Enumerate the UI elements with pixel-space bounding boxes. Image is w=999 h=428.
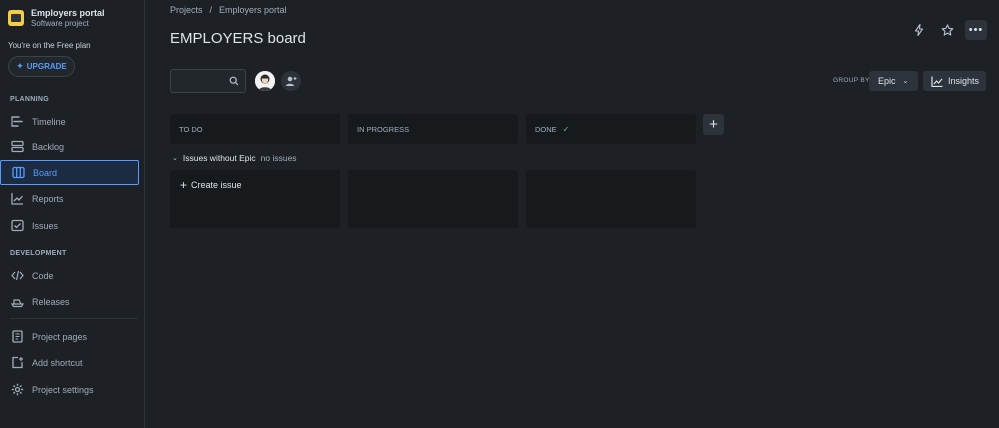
column-header-todo[interactable]: TO DO bbox=[170, 114, 340, 144]
column-title: IN PROGRESS bbox=[357, 124, 410, 134]
column-title: DONE bbox=[535, 124, 557, 134]
more-icon: ••• bbox=[968, 24, 984, 36]
sidebar-item-timeline[interactable]: Timeline bbox=[0, 109, 139, 134]
sidebar-item-code[interactable]: Code bbox=[0, 263, 139, 288]
plus-icon: + bbox=[709, 116, 718, 133]
chevron-down-icon: ⌄ bbox=[172, 155, 178, 162]
swimlane-header[interactable]: ⌄ Issues without Epic no issues bbox=[172, 153, 297, 163]
search-input[interactable] bbox=[171, 70, 227, 92]
upgrade-button[interactable]: ✦ UPGRADE bbox=[8, 56, 75, 77]
insights-label: Insights bbox=[948, 76, 980, 86]
group-by-select[interactable]: Epic ⌄ bbox=[869, 71, 918, 91]
search-box bbox=[170, 69, 246, 93]
column-title: TO DO bbox=[179, 124, 203, 134]
releases-icon bbox=[10, 295, 24, 309]
sidebar-item-label: Add shortcut bbox=[32, 357, 83, 368]
check-icon: ✓ bbox=[562, 124, 570, 134]
add-shortcut-icon bbox=[10, 356, 24, 370]
project-header[interactable]: Employers portal Software project bbox=[8, 8, 105, 29]
group-by-value: Epic bbox=[878, 76, 896, 86]
sidebar-item-project-pages[interactable]: Project pages bbox=[0, 324, 139, 349]
sidebar-item-label: Releases bbox=[32, 296, 70, 307]
sidebar-item-board[interactable]: Board bbox=[0, 160, 139, 185]
create-issue-button[interactable]: + Create issue bbox=[180, 178, 242, 192]
board-icon bbox=[11, 166, 25, 180]
swimlane-count: no issues bbox=[260, 153, 297, 163]
plan-text: You're on the Free plan bbox=[8, 41, 91, 50]
sparkle-icon: ✦ bbox=[16, 61, 24, 71]
upgrade-label: UPGRADE bbox=[26, 62, 67, 71]
planning-section-title: PLANNING bbox=[10, 96, 49, 103]
page-title: EMPLOYERS board bbox=[170, 30, 306, 47]
sidebar-item-label: Reports bbox=[32, 193, 64, 204]
column-header-in-progress[interactable]: IN PROGRESS bbox=[348, 114, 518, 144]
settings-icon bbox=[10, 383, 24, 397]
column-header-done[interactable]: DONE ✓ bbox=[526, 114, 696, 144]
sidebar-item-reports[interactable]: Reports bbox=[0, 186, 139, 211]
project-name: Employers portal bbox=[31, 8, 105, 18]
lightning-icon[interactable] bbox=[909, 20, 929, 40]
plus-icon: + bbox=[180, 178, 188, 192]
project-type: Software project bbox=[31, 19, 89, 28]
sidebar-item-issues[interactable]: Issues bbox=[0, 213, 139, 238]
chevron-down-icon: ⌄ bbox=[902, 78, 909, 85]
issues-icon bbox=[10, 219, 24, 233]
sidebar: Employers portal Software project You're… bbox=[0, 0, 145, 428]
sidebar-item-label: Code bbox=[32, 270, 54, 281]
breadcrumb: Projects / Employers portal bbox=[170, 5, 287, 15]
insights-button[interactable]: Insights bbox=[923, 71, 986, 91]
sidebar-item-add-shortcut[interactable]: Add shortcut bbox=[0, 350, 139, 375]
breadcrumb-project[interactable]: Employers portal bbox=[219, 5, 287, 15]
code-icon bbox=[10, 269, 24, 283]
more-actions-button[interactable]: ••• bbox=[965, 20, 987, 40]
create-issue-label: Create issue bbox=[191, 180, 242, 190]
star-icon[interactable] bbox=[937, 20, 957, 40]
group-by-label: GROUP BY bbox=[833, 77, 870, 84]
column-body-done bbox=[526, 170, 696, 228]
sidebar-item-label: Backlog bbox=[32, 141, 65, 152]
sidebar-item-label: Project pages bbox=[32, 331, 88, 342]
sidebar-item-releases[interactable]: Releases bbox=[0, 289, 139, 314]
sidebar-item-label: Board bbox=[33, 167, 58, 178]
sidebar-item-label: Project settings bbox=[32, 384, 94, 395]
column-body-todo bbox=[170, 170, 340, 228]
backlog-icon bbox=[10, 140, 24, 154]
timeline-icon bbox=[10, 115, 24, 129]
sidebar-item-backlog[interactable]: Backlog bbox=[0, 134, 139, 159]
development-section-title: DEVELOPMENT bbox=[10, 250, 67, 257]
column-body-in-progress bbox=[348, 170, 518, 228]
search-icon[interactable] bbox=[229, 76, 239, 88]
avatar[interactable] bbox=[255, 71, 275, 91]
pages-icon bbox=[10, 330, 24, 344]
header-actions: ••• bbox=[909, 20, 987, 40]
add-people-button[interactable] bbox=[281, 71, 301, 91]
sidebar-divider bbox=[10, 318, 138, 319]
add-person-icon bbox=[286, 76, 297, 86]
sidebar-item-label: Timeline bbox=[32, 116, 66, 127]
breadcrumb-separator: / bbox=[209, 5, 213, 15]
sidebar-item-project-settings[interactable]: Project settings bbox=[0, 377, 139, 402]
insights-icon bbox=[931, 76, 943, 87]
sidebar-item-label: Issues bbox=[32, 220, 59, 231]
add-column-button[interactable]: + bbox=[703, 114, 724, 135]
swimlane-label: Issues without Epic bbox=[182, 153, 256, 163]
breadcrumb-projects[interactable]: Projects bbox=[170, 5, 203, 15]
project-avatar-icon bbox=[8, 10, 24, 26]
reports-icon bbox=[10, 192, 24, 206]
